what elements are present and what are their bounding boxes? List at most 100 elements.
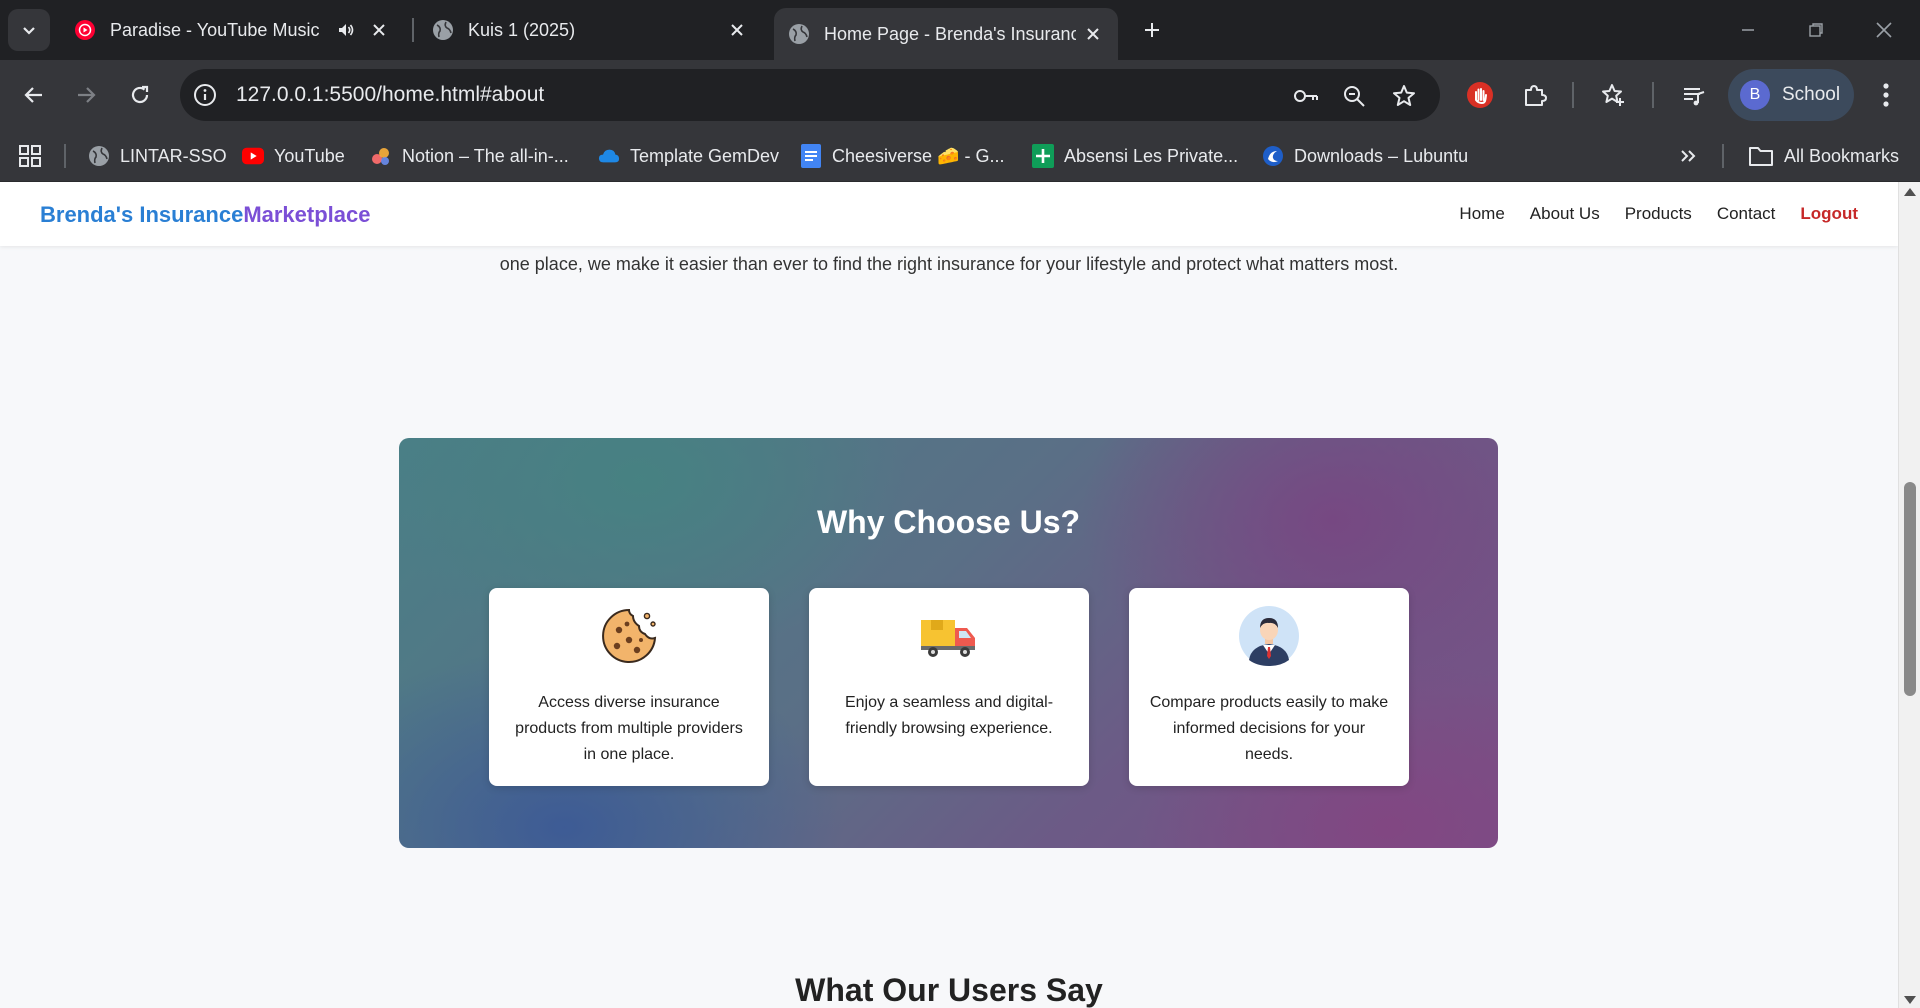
tab-home-page[interactable]: Home Page - Brenda's Insuranc [774, 8, 1118, 60]
tab-kuis[interactable]: Kuis 1 (2025) [418, 8, 762, 52]
all-bookmarks-button[interactable]: All Bookmarks [1748, 142, 1899, 170]
profile-button[interactable]: B School [1728, 69, 1854, 121]
nav-link-about[interactable]: About Us [1530, 204, 1600, 224]
folder-icon [1748, 145, 1774, 167]
cookie-icon [599, 606, 659, 666]
apps-button[interactable] [18, 142, 42, 170]
tab-youtube-music[interactable]: Paradise - YouTube Music [60, 8, 404, 52]
close-icon[interactable] [726, 19, 748, 41]
bookmarks-divider [1722, 144, 1724, 168]
bookmark-label: LINTAR-SSO [120, 145, 227, 166]
page-scrollbar[interactable] [1898, 182, 1920, 1008]
forward-button[interactable] [66, 75, 106, 115]
reload-button[interactable] [120, 75, 160, 115]
scroll-down-arrow-icon[interactable] [1904, 996, 1916, 1004]
apps-grid-icon [19, 145, 41, 167]
media-queue-icon[interactable] [1676, 77, 1712, 113]
arrow-left-icon [24, 87, 42, 103]
arrow-right-icon [78, 87, 96, 103]
tab-title: Home Page - Brenda's Insuranc [824, 23, 1076, 44]
lubuntu-icon [1262, 145, 1284, 167]
avatar: B [1740, 80, 1770, 110]
about-text: one place, we make it easier than ever t… [499, 254, 1399, 274]
bookmark-template-gemdev[interactable]: Template GemDev [598, 142, 779, 170]
site-info-icon[interactable] [192, 82, 218, 108]
sheets-icon [1032, 144, 1054, 168]
globe-icon [88, 145, 110, 167]
globe-icon [788, 23, 810, 45]
profile-name: School [1782, 84, 1841, 105]
nav-link-home[interactable]: Home [1459, 204, 1504, 224]
bookmark-downloads-lubuntu[interactable]: Downloads – Lubuntu [1262, 142, 1468, 170]
feature-card: Enjoy a seamless and digital-friendly br… [809, 588, 1089, 786]
feature-card-text: Enjoy a seamless and digital-friendly br… [844, 694, 1054, 737]
tab-divider [412, 18, 414, 42]
youtube-music-icon [74, 19, 96, 41]
extensions-puzzle-icon[interactable] [1516, 77, 1552, 113]
bookmark-label: Cheesiverse 🧀 - G... [832, 145, 1005, 166]
tab-search-button[interactable] [8, 9, 50, 51]
extension-hand-icon[interactable] [1462, 77, 1498, 113]
bookmark-label: Notion – The all-in-... [402, 145, 569, 166]
scrollbar-thumb[interactable] [1904, 482, 1916, 696]
feature-card-text: Compare products easily to make informed… [1149, 694, 1389, 763]
brand-name-part2: Marketplace [243, 202, 371, 227]
scroll-up-arrow-icon[interactable] [1904, 188, 1916, 196]
businessman-avatar-icon [1239, 606, 1299, 666]
close-icon[interactable] [1082, 23, 1104, 45]
bookmark-lintar-sso[interactable]: LINTAR-SSO [88, 142, 227, 170]
favorites-icon[interactable] [1596, 77, 1632, 113]
close-window-button[interactable] [1864, 10, 1904, 50]
menu-kebab-icon[interactable] [1868, 77, 1904, 113]
reload-icon [131, 85, 149, 104]
bookmarks-bar: LINTAR-SSO YouTube Notion – The all-in-.… [0, 130, 1920, 182]
feature-card: Compare products easily to make informed… [1129, 588, 1409, 786]
feature-card-text: Access diverse insurance products from m… [515, 694, 743, 763]
restore-button[interactable] [1796, 10, 1836, 50]
address-bar[interactable]: 127.0.0.1:5500/home.html#about [180, 69, 1440, 121]
minimize-icon [1742, 29, 1754, 31]
feature-card: Access diverse insurance products from m… [489, 588, 769, 786]
bookmark-cheesiverse[interactable]: Cheesiverse 🧀 - G... [800, 142, 1004, 170]
youtube-icon [242, 145, 264, 167]
zoom-icon[interactable] [1340, 82, 1368, 110]
notion-icon [370, 145, 392, 167]
chevron-down-icon [23, 27, 35, 35]
site-navbar: Brenda's InsuranceMarketplace Home About… [0, 182, 1898, 246]
double-chevron-right-icon [1681, 150, 1696, 162]
why-choose-us-section: Why Choose Us? Access diverse insurance … [399, 438, 1498, 848]
bookmark-star-icon[interactable] [1390, 82, 1418, 110]
cloud-icon [598, 145, 620, 167]
bookmark-youtube[interactable]: YouTube [242, 142, 345, 170]
logout-link[interactable]: Logout [1800, 204, 1858, 224]
close-icon[interactable] [368, 19, 390, 41]
why-choose-us-title: Why Choose Us? [816, 504, 1081, 540]
speaker-icon[interactable] [336, 20, 356, 45]
nav-link-contact[interactable]: Contact [1717, 204, 1776, 224]
bookmark-label: Template GemDev [630, 145, 780, 166]
close-icon [1876, 22, 1892, 38]
bookmark-label: Absensi Les Private... [1064, 145, 1239, 166]
more-bookmarks-button[interactable] [1678, 142, 1698, 170]
brand-name-part1: Brenda's Insurance [40, 202, 244, 227]
bookmark-absensi[interactable]: Absensi Les Private... [1032, 142, 1238, 170]
bookmarks-divider [64, 144, 66, 168]
bookmark-label: YouTube [274, 145, 345, 166]
toolbar-divider [1652, 82, 1654, 108]
minimize-button[interactable] [1728, 10, 1768, 50]
globe-icon [432, 19, 454, 41]
page-viewport: one place, we make it easier than ever t… [0, 182, 1898, 1008]
nav-link-products[interactable]: Products [1625, 204, 1692, 224]
new-tab-button[interactable] [1136, 14, 1168, 46]
docs-icon [800, 144, 822, 168]
bookmark-notion[interactable]: Notion – The all-in-... [370, 142, 569, 170]
back-button[interactable] [14, 75, 54, 115]
toolbar-divider [1572, 82, 1574, 108]
tab-strip: Paradise - YouTube Music Kuis 1 (2025) H… [0, 0, 1920, 60]
delivery-truck-icon [919, 606, 979, 666]
password-key-icon[interactable] [1292, 82, 1320, 110]
all-bookmarks-label: All Bookmarks [1784, 145, 1900, 166]
brand-logo[interactable]: Brenda's InsuranceMarketplace [40, 202, 371, 228]
testimonials-title: What Our Users Say [795, 972, 1103, 1008]
browser-toolbar: 127.0.0.1:5500/home.html#about B School [0, 60, 1920, 130]
